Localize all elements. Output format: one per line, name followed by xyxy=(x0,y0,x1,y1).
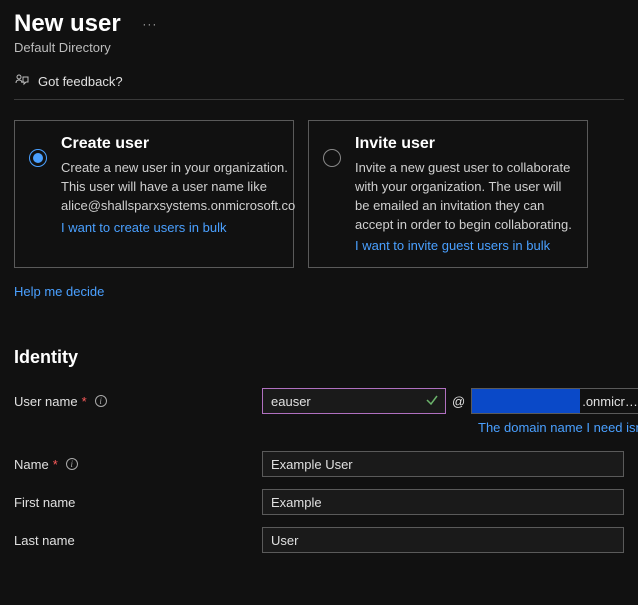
domain-hint-link[interactable]: The domain name I need isn't xyxy=(262,420,638,435)
create-user-radio[interactable] xyxy=(29,149,47,167)
name-label: Name * i xyxy=(14,457,262,472)
feedback-label: Got feedback? xyxy=(38,74,123,89)
username-input[interactable] xyxy=(271,393,437,409)
lastname-label: Last name xyxy=(14,533,262,548)
invite-user-desc: Invite a new guest user to collaborate w… xyxy=(355,159,573,234)
user-type-cards: Create user Create a new user in your or… xyxy=(14,120,624,268)
name-row: Name * i xyxy=(14,451,624,477)
domain-suffix: .onmicr… xyxy=(580,394,638,409)
username-input-wrapper xyxy=(262,388,446,414)
lastname-row: Last name xyxy=(14,527,624,553)
header: New user ··· Default Directory xyxy=(14,10,624,55)
domain-redacted xyxy=(472,389,580,413)
invite-bulk-link[interactable]: I want to invite guest users in bulk xyxy=(355,238,550,253)
create-bulk-link[interactable]: I want to create users in bulk xyxy=(61,220,226,235)
domain-select[interactable]: .onmicr… xyxy=(471,388,638,414)
firstname-label: First name xyxy=(14,495,262,510)
invite-user-radio[interactable] xyxy=(323,149,341,167)
at-symbol: @ xyxy=(452,394,465,409)
firstname-row: First name xyxy=(14,489,624,515)
feedback-icon xyxy=(14,73,30,89)
create-user-card[interactable]: Create user Create a new user in your or… xyxy=(14,120,294,268)
create-user-desc: Create a new user in your organization. … xyxy=(61,159,295,216)
page-title: New user xyxy=(14,10,121,38)
required-indicator: * xyxy=(53,457,58,472)
username-label: User name * i xyxy=(14,394,262,409)
more-menu-icon[interactable]: ··· xyxy=(142,17,157,31)
create-user-title: Create user xyxy=(61,135,295,153)
directory-subtitle: Default Directory xyxy=(14,40,624,55)
invite-user-card[interactable]: Invite user Invite a new guest user to c… xyxy=(308,120,588,268)
required-indicator: * xyxy=(82,394,87,409)
info-icon[interactable]: i xyxy=(66,458,78,470)
lastname-input[interactable] xyxy=(262,527,624,553)
feedback-link[interactable]: Got feedback? xyxy=(14,73,624,100)
invite-user-title: Invite user xyxy=(355,135,573,153)
info-icon[interactable]: i xyxy=(95,395,107,407)
identity-section-title: Identity xyxy=(14,347,624,368)
name-input[interactable] xyxy=(262,451,624,477)
firstname-input[interactable] xyxy=(262,489,624,515)
username-row: User name * i @ .onmicr… xyxy=(14,388,624,414)
check-icon xyxy=(425,393,439,410)
help-decide-link[interactable]: Help me decide xyxy=(14,284,104,299)
